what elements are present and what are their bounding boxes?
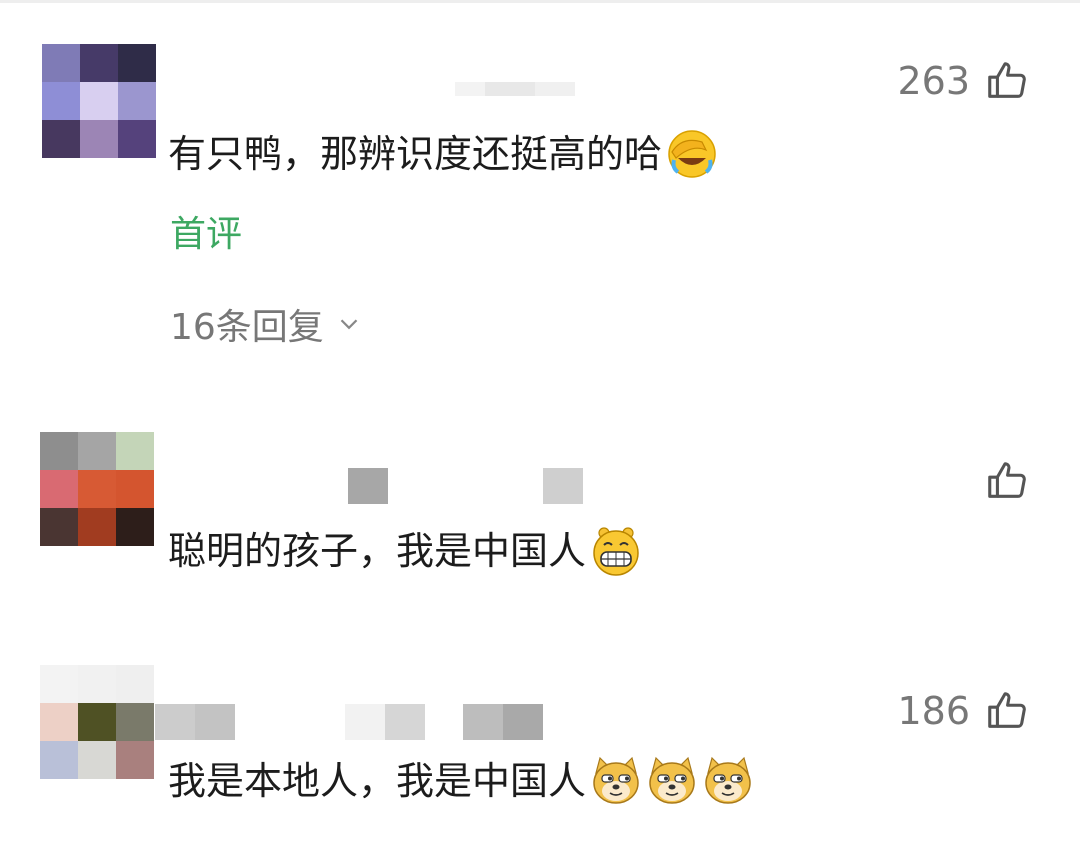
doge-emoji <box>646 755 698 807</box>
avatar[interactable] <box>42 44 156 158</box>
thumbs-up-icon <box>988 62 1026 98</box>
comment-text-row: 聪明的孩子，我是中国人 <box>168 525 642 577</box>
avatar[interactable] <box>40 432 154 546</box>
first-comment-badge: 首评 <box>170 214 243 255</box>
username-redacted[interactable] <box>155 704 543 740</box>
like-button[interactable]: 186 <box>897 688 1030 734</box>
like-count: 263 <box>897 59 970 103</box>
comment-text: 有只鸭，那辨识度还挺高的哈 <box>168 132 663 176</box>
like-count: 186 <box>897 689 970 733</box>
thumbs-up-icon <box>988 692 1026 728</box>
comment-text: 聪明的孩子，我是中国人 <box>168 529 587 573</box>
facepalm-laugh-emoji <box>666 128 718 180</box>
comment-item: 263 有只鸭，那辨识度还挺高的哈 首评 16条回复 <box>0 0 1080 400</box>
like-button[interactable]: 263 <box>897 58 1030 104</box>
chevron-down-icon <box>340 319 358 330</box>
replies-label: 16条回复 <box>170 307 324 348</box>
username-redacted[interactable] <box>348 468 583 504</box>
like-button[interactable] <box>970 458 1030 504</box>
comment-text-row: 我是本地人，我是中国人 <box>168 755 754 807</box>
doge-emoji <box>590 755 642 807</box>
grin-emoji <box>590 525 642 577</box>
comment-item: 186 我是本地人，我是中国人 <box>0 640 1080 851</box>
comment-text-row: 有只鸭，那辨识度还挺高的哈 <box>168 128 718 180</box>
username-redacted[interactable] <box>455 82 575 96</box>
avatar[interactable] <box>40 665 154 779</box>
thumbs-up-icon <box>988 462 1026 498</box>
view-replies-button[interactable]: 16条回复 <box>170 298 364 350</box>
comment-item: 聪明的孩子，我是中国人 <box>0 400 1080 640</box>
doge-emoji <box>702 755 754 807</box>
comment-text: 我是本地人，我是中国人 <box>168 759 587 803</box>
